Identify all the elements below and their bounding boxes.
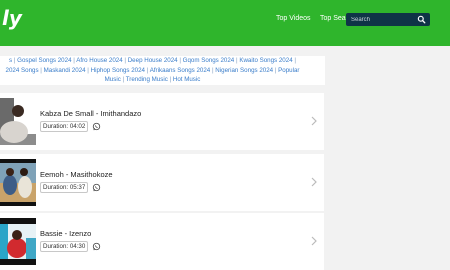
song-card[interactable]: Kabza De Small - Imithandazo Duration: 0… xyxy=(0,93,324,150)
tag-link[interactable]: Afro House 2024 xyxy=(76,57,122,64)
genre-tag-list: s | Gospel Songs 2024 | Afro House 2024 … xyxy=(0,56,325,85)
whatsapp-icon[interactable] xyxy=(92,122,101,131)
tag-link[interactable]: Gospel Songs 2024 xyxy=(17,57,71,64)
site-logo[interactable]: ly xyxy=(2,8,22,28)
whatsapp-icon[interactable] xyxy=(92,183,101,192)
duration-badge: Duration: 05:37 xyxy=(40,182,89,193)
duration-badge: Duration: 04:30 xyxy=(40,241,89,252)
search-input[interactable] xyxy=(351,15,413,24)
tag-link[interactable]: Music xyxy=(105,76,121,83)
chevron-right-icon[interactable] xyxy=(311,236,317,246)
tag-line: 2024 Songs | Maskandi 2024 | Hiphop Song… xyxy=(0,66,325,76)
tag-link[interactable]: Hiphop Songs 2024 xyxy=(91,67,145,74)
tag-link[interactable]: Deep House 2024 xyxy=(128,57,178,64)
tag-line: s | Gospel Songs 2024 | Afro House 2024 … xyxy=(0,56,325,66)
tag-separator: | xyxy=(292,57,296,64)
tag-link[interactable]: Gqom Songs 2024 xyxy=(183,57,235,64)
song-card[interactable]: Bassie - Izenzo Duration: 04:30 xyxy=(0,213,324,270)
nav-top-videos[interactable]: Top Videos xyxy=(276,15,311,23)
tag-link[interactable]: Hot Music xyxy=(173,76,201,83)
search-icon[interactable] xyxy=(417,15,426,24)
video-thumbnail[interactable] xyxy=(0,218,36,265)
chevron-right-icon[interactable] xyxy=(311,177,317,187)
tag-line: Music | Trending Music | Hot Music xyxy=(0,75,325,85)
tag-link[interactable]: Afrikaans Songs 2024 xyxy=(150,67,211,74)
video-thumbnail[interactable] xyxy=(0,98,36,145)
song-title[interactable]: Kabza De Small - Imithandazo xyxy=(40,109,141,118)
song-title[interactable]: Bassie - Izenzo xyxy=(40,229,91,238)
video-thumbnail[interactable] xyxy=(0,159,36,206)
song-card[interactable]: Eemoh - Masithokoze Duration: 05:37 xyxy=(0,154,324,211)
tag-link[interactable]: Trending Music xyxy=(126,76,168,83)
tag-link[interactable]: 2024 Songs xyxy=(6,67,39,74)
tag-link[interactable]: Kwaito Songs 2024 xyxy=(239,57,292,64)
chevron-right-icon[interactable] xyxy=(311,116,317,126)
site-header: ly Top Videos Top Searches xyxy=(0,0,450,46)
tag-link[interactable]: Maskandi 2024 xyxy=(44,67,86,74)
tag-link[interactable]: Nigerian Songs 2024 xyxy=(215,67,273,74)
whatsapp-icon[interactable] xyxy=(92,242,101,251)
song-title[interactable]: Eemoh - Masithokoze xyxy=(40,170,113,179)
search-box xyxy=(346,13,430,26)
duration-badge: Duration: 04:02 xyxy=(40,121,89,132)
tag-link[interactable]: Popular xyxy=(278,67,299,74)
